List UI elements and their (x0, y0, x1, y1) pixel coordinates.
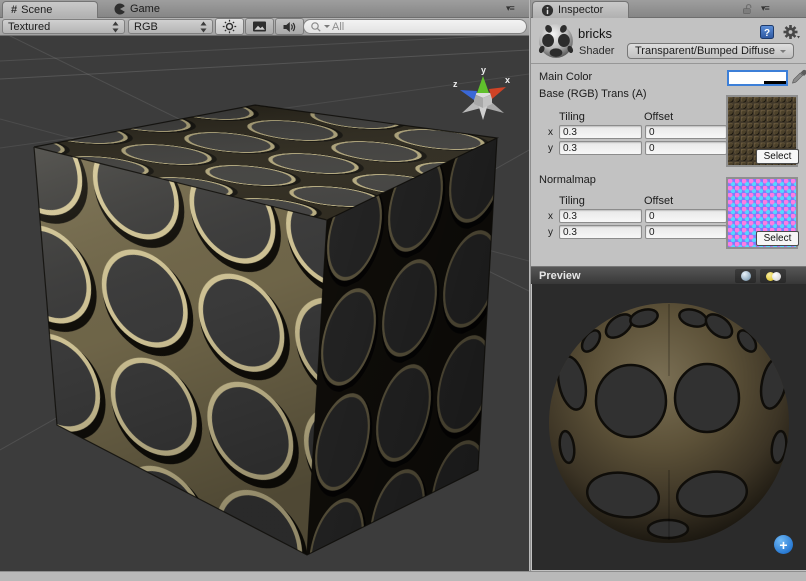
normal-tiling-header: Tiling (559, 195, 585, 207)
tab-inspector[interactable]: Inspector (532, 1, 629, 18)
dropdown-caret-icon (780, 50, 786, 53)
svg-text:?: ? (764, 28, 770, 39)
base-y-label: y (548, 143, 553, 154)
draw-mode-dropdown[interactable]: Textured (2, 19, 125, 34)
base-offset-header: Offset (644, 111, 673, 123)
scene-effects-toggle[interactable] (245, 18, 274, 35)
preview-sphere-toggle[interactable] (735, 269, 756, 283)
scene-tabbar: # Scene Game ▾≡ (0, 0, 529, 18)
color-mode-dropdown[interactable]: RGB (128, 19, 213, 34)
preview-header[interactable]: Preview (531, 266, 806, 284)
preview-sphere-render (532, 284, 806, 570)
updown-arrows-icon (112, 21, 119, 33)
unity-editor-window: # Scene Game ▾≡ Textured RGB (0, 0, 806, 581)
base-tiling-header: Tiling (559, 111, 585, 123)
base-texture-label: Base (RGB) Trans (A) (539, 88, 647, 100)
gizmo-x-label: x (505, 75, 510, 85)
game-pacman-icon (114, 3, 126, 15)
scene-panel-menu-icon[interactable]: ▾≡ (506, 3, 514, 14)
base-tiling-x-field[interactable] (559, 125, 642, 139)
normal-x-label: x (548, 211, 553, 222)
gizmo-z-label: z (453, 79, 458, 89)
scene-panel: # Scene Game ▾≡ Textured RGB (0, 0, 529, 571)
search-icon (310, 21, 322, 33)
normal-offset-header: Offset (644, 195, 673, 207)
scene-grid-icon: # (11, 4, 17, 16)
scene-toolbar: Textured RGB (0, 18, 529, 36)
image-icon (252, 20, 267, 33)
tab-inspector-label: Inspector (558, 4, 603, 16)
base-offset-y-field[interactable] (645, 141, 727, 155)
lock-icon[interactable] (741, 3, 753, 15)
gizmo-y-label: y (481, 65, 486, 75)
scene-audio-toggle[interactable] (275, 18, 304, 35)
color-mode-value: RGB (134, 21, 158, 33)
info-icon (541, 4, 554, 17)
search-input[interactable] (332, 21, 492, 33)
preview-lighting-toggle[interactable] (760, 269, 786, 283)
white-ball-icon (772, 272, 781, 281)
speaker-icon (282, 20, 297, 34)
inspector-tabbar: Inspector ▾≡ (531, 0, 806, 18)
updown-arrows-icon (200, 21, 207, 33)
shader-dropdown[interactable]: Transparent/Bumped Diffuse (627, 43, 794, 59)
tab-scene-label: Scene (21, 4, 52, 16)
base-offset-x-field[interactable] (645, 125, 727, 139)
scene-viewport[interactable]: y x z (0, 36, 529, 571)
material-sphere-icon (537, 22, 575, 60)
help-icon[interactable]: ? (759, 24, 775, 40)
preview-title: Preview (539, 270, 581, 282)
base-texture-select-button[interactable]: Select (756, 149, 799, 164)
sphere-icon (741, 271, 751, 281)
preview-area[interactable]: + (532, 284, 806, 570)
eyedropper-icon[interactable] (791, 69, 806, 86)
normal-offset-x-field[interactable] (645, 209, 727, 223)
normalmap-select-button[interactable]: Select (756, 231, 799, 246)
normal-tiling-x-field[interactable] (559, 209, 642, 223)
material-header: bricks Shader Transparent/Bumped Diffuse… (531, 18, 806, 64)
material-name: bricks (578, 26, 612, 41)
scene-search-field[interactable] (303, 19, 527, 34)
inspector-panel-menu-icon[interactable]: ▾≡ (761, 3, 769, 14)
scene-lighting-toggle[interactable] (215, 18, 244, 35)
tab-scene[interactable]: # Scene (2, 1, 98, 18)
normal-y-label: y (548, 227, 553, 238)
draw-mode-value: Textured (8, 21, 50, 33)
normal-tiling-y-field[interactable] (559, 225, 642, 239)
main-color-swatch[interactable] (727, 70, 788, 86)
inspector-panel: Inspector ▾≡ (530, 0, 806, 571)
window-bottom-strip (0, 571, 806, 581)
sun-icon (222, 19, 237, 34)
normalmap-label: Normalmap (539, 174, 596, 186)
tab-game[interactable]: Game (108, 0, 166, 18)
normal-offset-y-field[interactable] (645, 225, 727, 239)
base-x-label: x (548, 127, 553, 138)
search-filter-caret-icon[interactable] (324, 25, 330, 28)
base-tiling-y-field[interactable] (559, 141, 642, 155)
tab-game-label: Game (130, 3, 160, 15)
shader-value: Transparent/Bumped Diffuse (635, 45, 775, 57)
gear-icon[interactable] (783, 24, 801, 40)
alpha-bar (729, 81, 786, 84)
shader-label: Shader (579, 45, 614, 57)
add-button[interactable]: + (774, 535, 793, 554)
main-color-label: Main Color (539, 71, 592, 83)
